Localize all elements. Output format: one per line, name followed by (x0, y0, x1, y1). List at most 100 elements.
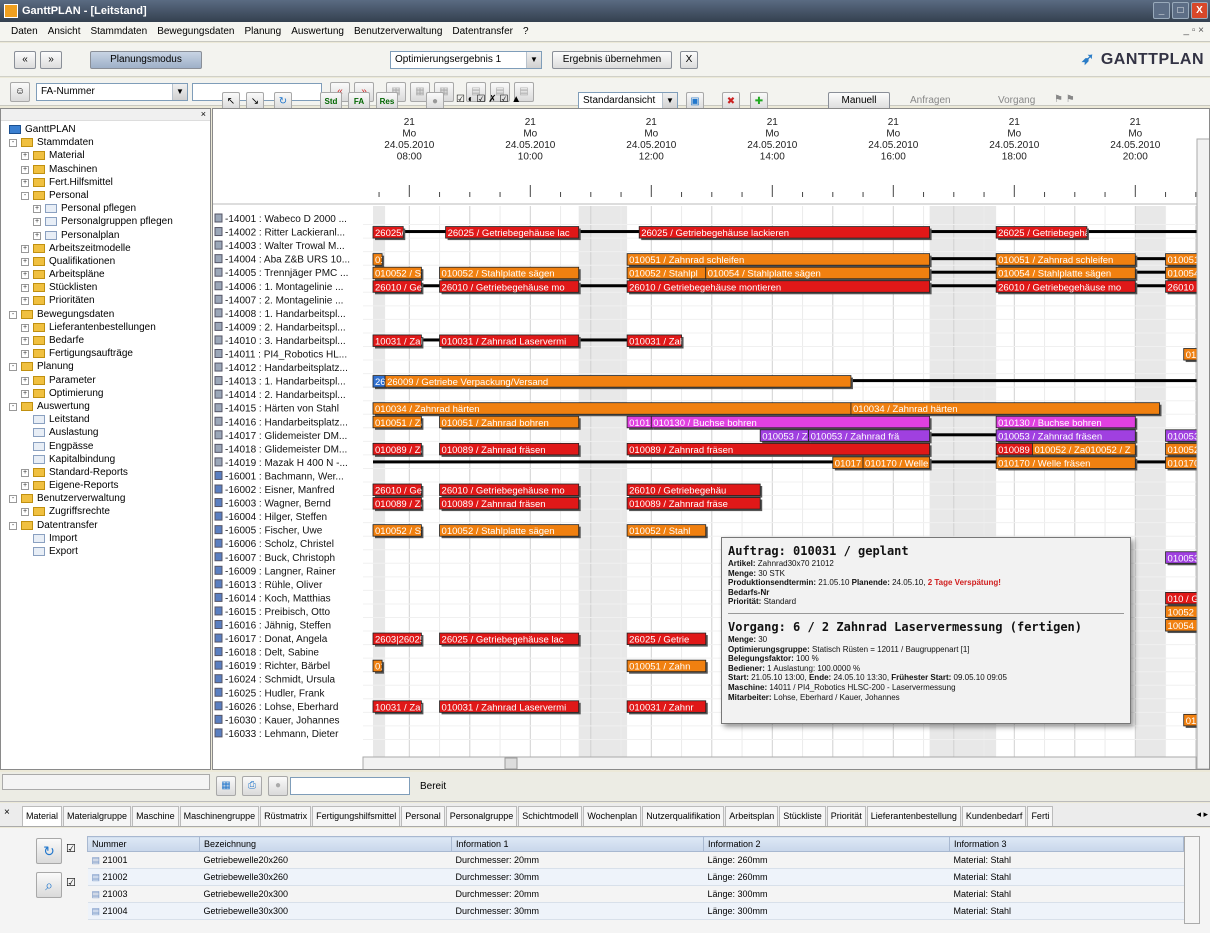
resource-label[interactable]: -14018 : Glidemeister DM... (225, 444, 347, 455)
tree-item-fertigungsaufträge[interactable]: + Fertigungsaufträge (1, 347, 210, 360)
expand-icon[interactable]: + (21, 284, 29, 293)
resource-label[interactable]: -16009 : Langner, Rainer (225, 566, 336, 577)
operation-label[interactable]: Vorgang (998, 95, 1035, 106)
menu-bewegungsdaten[interactable]: Bewegungsdaten (152, 26, 239, 37)
resource-label[interactable]: -14012 : Handarbeitsplatz... (225, 363, 348, 374)
tree-item-stammdaten[interactable]: - Stammdaten (1, 136, 210, 149)
tab-nutzerqualifikation[interactable]: Nutzerqualifikation (642, 806, 725, 826)
resource-label[interactable]: -14010 : 3. Handarbeitspl... (225, 336, 346, 347)
table-view-icon[interactable]: ▦ (216, 776, 236, 796)
expand-icon[interactable]: + (21, 178, 29, 187)
expand-icon[interactable]: + (21, 244, 29, 253)
planning-mode-button[interactable]: Planungsmodus (90, 51, 202, 69)
tab-scroll-arrows[interactable]: ◂ ▸ (1196, 809, 1208, 820)
resource-label[interactable]: -14006 : 1. Montagelinie ... (225, 282, 343, 293)
col-header-info2[interactable]: Information 2 (703, 836, 950, 852)
table-row[interactable]: ▤ 21003 Getriebewelle20x300 Durchmesser: 2… (87, 885, 1184, 903)
resource-label[interactable]: -16024 : Schmidt, Ursula (225, 675, 335, 686)
expand-icon[interactable]: + (21, 323, 29, 332)
tree-item-personalgruppen-pflegen[interactable]: + Personalgruppen pflegen (1, 215, 210, 228)
tree-item-fert-hilfsmittel[interactable]: + Fert.Hilfsmittel (1, 176, 210, 189)
tree-item-benutzerverwaltung[interactable]: - Benutzerverwaltung (1, 492, 210, 505)
table-row[interactable]: ▤ 21001 Getriebewelle20x260 Durchmesser: 2… (87, 851, 1184, 869)
refresh-list-icon[interactable]: ↻ (36, 838, 62, 864)
menu-help[interactable]: ? (518, 26, 534, 37)
collapse-icon[interactable]: - (9, 402, 17, 411)
resource-label[interactable]: -14001 : Wabeco D 2000 ... (225, 214, 347, 225)
table-row[interactable]: ▤ 21004 Getriebewelle30x300 Durchmesser: 3… (87, 902, 1184, 920)
expand-icon[interactable]: + (33, 231, 41, 240)
expand-icon[interactable]: + (21, 257, 29, 266)
expand-icon[interactable]: + (21, 350, 29, 359)
col-header-nummer[interactable]: Nummer (87, 836, 200, 852)
tree-item-engpässe[interactable]: Engpässe (1, 440, 210, 453)
resource-label[interactable]: -14016 : Handarbeitsplatz... (225, 417, 348, 428)
resource-label[interactable]: -16016 : Jähnig, Steffen (225, 621, 331, 632)
resource-label[interactable]: -16026 : Lohse, Eberhard (225, 702, 338, 713)
tree-item-arbeitspläne[interactable]: + Arbeitspläne (1, 268, 210, 281)
tree-item-export[interactable]: Export (1, 545, 210, 558)
resource-label[interactable]: -16017 : Donat, Angela (225, 634, 328, 645)
col-header-info3[interactable]: Information 3 (949, 836, 1184, 852)
tree-item-ganttplan[interactable]: GanttPLAN (1, 123, 210, 136)
tree-item-personalplan[interactable]: + Personalplan (1, 229, 210, 242)
menu-stammdaten[interactable]: Stammdaten (85, 26, 152, 37)
resource-label[interactable]: -16007 : Buck, Christoph (225, 553, 335, 564)
requests-label[interactable]: Anfragen (910, 95, 951, 106)
discard-result-button[interactable]: X (680, 51, 698, 69)
expand-icon[interactable]: + (21, 165, 29, 174)
record-icon[interactable]: ● (268, 776, 288, 796)
resource-label[interactable]: -16005 : Fischer, Uwe (225, 526, 323, 537)
resource-label[interactable]: -16019 : Richter, Bärbel (225, 661, 330, 672)
tree-item-datentransfer[interactable]: - Datentransfer (1, 519, 210, 532)
tab-rüstmatrix[interactable]: Rüstmatrix (260, 806, 312, 826)
resource-label[interactable]: -16003 : Wagner, Bernd (225, 499, 331, 510)
menu-daten[interactable]: Daten (6, 26, 43, 37)
minimize-button[interactable]: _ (1153, 2, 1170, 19)
tree-item-material[interactable]: + Material (1, 149, 210, 162)
tree-item-standard-reports[interactable]: + Standard-Reports (1, 466, 210, 479)
resource-label[interactable]: -16002 : Eisner, Manfred (225, 485, 335, 496)
collapse-icon[interactable]: - (9, 363, 17, 372)
nav-next-button[interactable]: » (40, 51, 62, 69)
collapse-icon[interactable]: - (9, 139, 17, 148)
table-vertical-scrollbar[interactable] (1184, 836, 1200, 924)
tree-item-personal[interactable]: - Personal (1, 189, 210, 202)
resource-label[interactable]: -16013 : Rühle, Oliver (225, 580, 323, 591)
menu-auswertung[interactable]: Auswertung (286, 26, 349, 37)
expand-icon[interactable]: + (33, 218, 41, 227)
collapse-icon[interactable]: - (9, 521, 17, 530)
tree-item-bewegungsdaten[interactable]: - Bewegungsdaten (1, 308, 210, 321)
col-header-bezeichnung[interactable]: Bezeichnung (199, 836, 452, 852)
tree-item-lieferantenbestellungen[interactable]: + Lieferantenbestellungen (1, 321, 210, 334)
tab-maschine[interactable]: Maschine (132, 806, 179, 826)
tree-item-optimierung[interactable]: + Optimierung (1, 387, 210, 400)
resource-label[interactable]: -14007 : 2. Montagelinie ... (225, 295, 343, 306)
menu-benutzerverwaltung[interactable]: Benutzerverwaltung (349, 26, 447, 37)
tree-item-auswertung[interactable]: - Auswertung (1, 400, 210, 413)
fa-number-select[interactable]: FA-Nummer ▼ (36, 83, 188, 101)
tree-item-kapitalbindung[interactable]: Kapitalbindung (1, 453, 210, 466)
tab-wochenplan[interactable]: Wochenplan (583, 806, 642, 826)
expand-icon[interactable]: + (21, 337, 29, 345)
resource-label[interactable]: -14019 : Mazak H 400 N -... (225, 458, 348, 469)
resource-label[interactable]: -16030 : Kauer, Johannes (225, 715, 340, 726)
tab-arbeitsplan[interactable]: Arbeitsplan (725, 806, 779, 826)
expand-icon[interactable]: + (21, 468, 29, 477)
resource-label[interactable]: -16006 : Scholz, Christel (225, 539, 334, 550)
tree-item-prioritäten[interactable]: + Prioritäten (1, 294, 210, 307)
tab-lieferantenbestellung[interactable]: Lieferantenbestellung (866, 806, 961, 826)
search-checkbox[interactable]: ☑ (66, 876, 76, 889)
tab-schichtmodell[interactable]: Schichtmodell (518, 806, 583, 826)
resource-label[interactable]: -14003 : Walter Trowal M... (225, 241, 345, 252)
search-list-icon[interactable]: ⌕ (36, 872, 62, 898)
tree-horizontal-scrollbar[interactable] (2, 774, 210, 790)
tree-item-stücklisten[interactable]: + Stücklisten (1, 281, 210, 294)
menu-datentransfer[interactable]: Datentransfer (447, 26, 518, 37)
collapse-icon[interactable]: - (21, 191, 29, 200)
tab-personal[interactable]: Personal (401, 806, 445, 826)
tree-item-eigene-reports[interactable]: + Eigene-Reports (1, 479, 210, 492)
resource-label[interactable]: -16018 : Delt, Sabine (225, 648, 319, 659)
tree-item-zugriffsrechte[interactable]: + Zugriffsrechte (1, 505, 210, 518)
gantt-horizontal-scrollbar[interactable] (362, 756, 1197, 770)
